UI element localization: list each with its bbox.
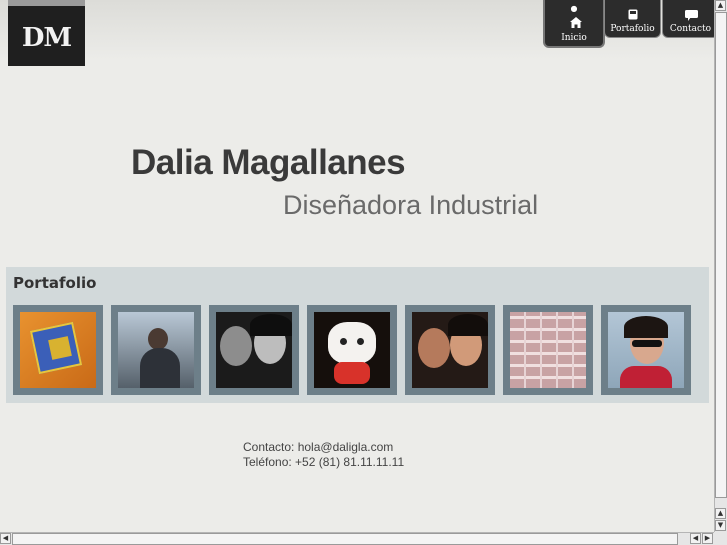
horizontal-scrollbar[interactable]: ◀ ◀ ▶ bbox=[0, 532, 714, 545]
contact-phone: Teléfono: +52 (81) 81.11.11.11 bbox=[243, 455, 405, 469]
couple-color-photo bbox=[412, 312, 488, 388]
logo[interactable]: DM bbox=[8, 0, 85, 66]
nav-contacto-label: Contacto bbox=[669, 24, 712, 34]
page-title: Dalia Magallanes bbox=[131, 143, 406, 182]
rubiks-cube-photo bbox=[20, 312, 96, 388]
portfolio-thumbnail[interactable] bbox=[209, 305, 299, 395]
cat-figure-photo bbox=[314, 312, 390, 388]
phone-icon bbox=[628, 9, 638, 20]
contact-email: Contacto: hola@daligla.com bbox=[243, 440, 394, 454]
scroll-left-icon[interactable]: ◀ bbox=[690, 533, 701, 544]
vertical-scroll-thumb[interactable] bbox=[715, 12, 727, 498]
contact-info: Contacto: hola@daligla.com Teléfono: +52… bbox=[243, 440, 404, 470]
horizontal-scroll-thumb[interactable] bbox=[12, 533, 678, 545]
scroll-up-icon[interactable]: ▲ bbox=[715, 0, 726, 11]
nav-contacto[interactable]: Contacto bbox=[662, 0, 719, 38]
portfolio-section: Portafolio bbox=[6, 267, 709, 403]
scroll-left-icon[interactable]: ◀ bbox=[0, 533, 11, 544]
home-icon bbox=[570, 17, 582, 28]
dot-icon: ● bbox=[570, 4, 578, 13]
portfolio-thumbnail[interactable] bbox=[13, 305, 103, 395]
scrollbar-corner bbox=[714, 532, 727, 545]
nav-inicio[interactable]: ● Inicio bbox=[543, 0, 605, 48]
speech-bubble-icon bbox=[685, 10, 698, 21]
portfolio-thumbnail[interactable] bbox=[601, 305, 691, 395]
nav-inicio-label: Inicio bbox=[561, 33, 587, 43]
portfolio-thumbnail[interactable] bbox=[503, 305, 593, 395]
scroll-up-icon[interactable]: ▲ bbox=[715, 508, 726, 519]
portfolio-title: Portafolio bbox=[13, 274, 97, 292]
boxes-photo bbox=[510, 312, 586, 388]
vertical-scrollbar[interactable]: ▲ ▲ ▼ bbox=[714, 0, 727, 532]
nav-portafolio-label: Portafolio bbox=[610, 24, 655, 34]
nav-portafolio[interactable]: Portafolio bbox=[604, 0, 661, 38]
scroll-right-icon[interactable]: ▶ bbox=[702, 533, 713, 544]
couple-bw-photo bbox=[216, 312, 292, 388]
portfolio-thumbnail[interactable] bbox=[405, 305, 495, 395]
logo-text: DM bbox=[21, 23, 72, 53]
page-subtitle: Diseñadora Industrial bbox=[283, 190, 539, 220]
city-couple-photo bbox=[118, 312, 194, 388]
woman-sunglasses-photo bbox=[608, 312, 684, 388]
portfolio-thumbnail[interactable] bbox=[111, 305, 201, 395]
scroll-down-icon[interactable]: ▼ bbox=[715, 520, 726, 531]
portfolio-thumbnail[interactable] bbox=[307, 305, 397, 395]
